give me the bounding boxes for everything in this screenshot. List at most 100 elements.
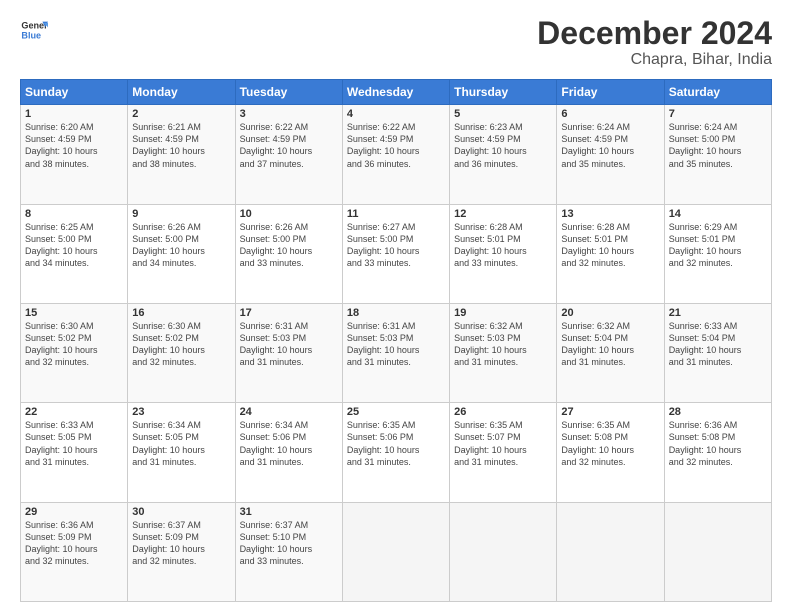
day-info: Sunrise: 6:31 AM Sunset: 5:03 PM Dayligh… <box>347 320 445 369</box>
day-info: Sunrise: 6:33 AM Sunset: 5:04 PM Dayligh… <box>669 320 767 369</box>
day-cell: 13Sunrise: 6:28 AM Sunset: 5:01 PM Dayli… <box>557 204 664 303</box>
day-header-sunday: Sunday <box>21 80 128 105</box>
day-number: 6 <box>561 108 659 120</box>
day-header-friday: Friday <box>557 80 664 105</box>
day-number: 29 <box>25 506 123 518</box>
day-cell: 10Sunrise: 6:26 AM Sunset: 5:00 PM Dayli… <box>235 204 342 303</box>
calendar-header-row: SundayMondayTuesdayWednesdayThursdayFrid… <box>21 80 772 105</box>
day-info: Sunrise: 6:37 AM Sunset: 5:10 PM Dayligh… <box>240 519 338 568</box>
subtitle: Chapra, Bihar, India <box>537 51 772 69</box>
day-number: 15 <box>25 307 123 319</box>
day-cell: 30Sunrise: 6:37 AM Sunset: 5:09 PM Dayli… <box>128 502 235 601</box>
day-info: Sunrise: 6:25 AM Sunset: 5:00 PM Dayligh… <box>25 221 123 270</box>
day-number: 2 <box>132 108 230 120</box>
day-number: 9 <box>132 208 230 220</box>
day-number: 31 <box>240 506 338 518</box>
logo-icon: General Blue <box>20 16 48 44</box>
day-number: 14 <box>669 208 767 220</box>
day-number: 3 <box>240 108 338 120</box>
day-info: Sunrise: 6:35 AM Sunset: 5:06 PM Dayligh… <box>347 419 445 468</box>
day-info: Sunrise: 6:26 AM Sunset: 5:00 PM Dayligh… <box>240 221 338 270</box>
day-cell: 3Sunrise: 6:22 AM Sunset: 4:59 PM Daylig… <box>235 105 342 204</box>
day-number: 7 <box>669 108 767 120</box>
week-row-1: 1Sunrise: 6:20 AM Sunset: 4:59 PM Daylig… <box>21 105 772 204</box>
day-number: 19 <box>454 307 552 319</box>
day-number: 13 <box>561 208 659 220</box>
day-cell: 26Sunrise: 6:35 AM Sunset: 5:07 PM Dayli… <box>450 403 557 502</box>
day-info: Sunrise: 6:35 AM Sunset: 5:08 PM Dayligh… <box>561 419 659 468</box>
day-info: Sunrise: 6:33 AM Sunset: 5:05 PM Dayligh… <box>25 419 123 468</box>
day-number: 21 <box>669 307 767 319</box>
day-info: Sunrise: 6:36 AM Sunset: 5:08 PM Dayligh… <box>669 419 767 468</box>
day-number: 1 <box>25 108 123 120</box>
day-info: Sunrise: 6:32 AM Sunset: 5:04 PM Dayligh… <box>561 320 659 369</box>
day-info: Sunrise: 6:26 AM Sunset: 5:00 PM Dayligh… <box>132 221 230 270</box>
day-cell: 20Sunrise: 6:32 AM Sunset: 5:04 PM Dayli… <box>557 303 664 402</box>
day-header-monday: Monday <box>128 80 235 105</box>
day-cell: 16Sunrise: 6:30 AM Sunset: 5:02 PM Dayli… <box>128 303 235 402</box>
calendar-table: SundayMondayTuesdayWednesdayThursdayFrid… <box>20 79 772 602</box>
day-cell <box>557 502 664 601</box>
day-info: Sunrise: 6:28 AM Sunset: 5:01 PM Dayligh… <box>561 221 659 270</box>
day-cell: 28Sunrise: 6:36 AM Sunset: 5:08 PM Dayli… <box>664 403 771 502</box>
day-cell: 25Sunrise: 6:35 AM Sunset: 5:06 PM Dayli… <box>342 403 449 502</box>
day-cell: 22Sunrise: 6:33 AM Sunset: 5:05 PM Dayli… <box>21 403 128 502</box>
main-title: December 2024 <box>537 16 772 51</box>
day-cell: 9Sunrise: 6:26 AM Sunset: 5:00 PM Daylig… <box>128 204 235 303</box>
day-cell: 7Sunrise: 6:24 AM Sunset: 5:00 PM Daylig… <box>664 105 771 204</box>
day-info: Sunrise: 6:32 AM Sunset: 5:03 PM Dayligh… <box>454 320 552 369</box>
day-cell <box>450 502 557 601</box>
day-cell: 19Sunrise: 6:32 AM Sunset: 5:03 PM Dayli… <box>450 303 557 402</box>
day-info: Sunrise: 6:34 AM Sunset: 5:05 PM Dayligh… <box>132 419 230 468</box>
page: General Blue December 2024 Chapra, Bihar… <box>0 0 792 612</box>
day-info: Sunrise: 6:20 AM Sunset: 4:59 PM Dayligh… <box>25 121 123 170</box>
day-cell: 12Sunrise: 6:28 AM Sunset: 5:01 PM Dayli… <box>450 204 557 303</box>
day-cell <box>664 502 771 601</box>
day-cell: 21Sunrise: 6:33 AM Sunset: 5:04 PM Dayli… <box>664 303 771 402</box>
day-info: Sunrise: 6:29 AM Sunset: 5:01 PM Dayligh… <box>669 221 767 270</box>
day-number: 4 <box>347 108 445 120</box>
day-cell: 1Sunrise: 6:20 AM Sunset: 4:59 PM Daylig… <box>21 105 128 204</box>
day-info: Sunrise: 6:34 AM Sunset: 5:06 PM Dayligh… <box>240 419 338 468</box>
day-number: 17 <box>240 307 338 319</box>
day-number: 25 <box>347 406 445 418</box>
day-cell <box>342 502 449 601</box>
day-number: 27 <box>561 406 659 418</box>
day-info: Sunrise: 6:35 AM Sunset: 5:07 PM Dayligh… <box>454 419 552 468</box>
day-info: Sunrise: 6:28 AM Sunset: 5:01 PM Dayligh… <box>454 221 552 270</box>
day-number: 12 <box>454 208 552 220</box>
logo: General Blue <box>20 16 48 44</box>
day-cell: 8Sunrise: 6:25 AM Sunset: 5:00 PM Daylig… <box>21 204 128 303</box>
day-cell: 27Sunrise: 6:35 AM Sunset: 5:08 PM Dayli… <box>557 403 664 502</box>
calendar-body: 1Sunrise: 6:20 AM Sunset: 4:59 PM Daylig… <box>21 105 772 602</box>
day-cell: 31Sunrise: 6:37 AM Sunset: 5:10 PM Dayli… <box>235 502 342 601</box>
day-info: Sunrise: 6:37 AM Sunset: 5:09 PM Dayligh… <box>132 519 230 568</box>
day-cell: 24Sunrise: 6:34 AM Sunset: 5:06 PM Dayli… <box>235 403 342 502</box>
day-cell: 15Sunrise: 6:30 AM Sunset: 5:02 PM Dayli… <box>21 303 128 402</box>
day-cell: 23Sunrise: 6:34 AM Sunset: 5:05 PM Dayli… <box>128 403 235 502</box>
week-row-3: 15Sunrise: 6:30 AM Sunset: 5:02 PM Dayli… <box>21 303 772 402</box>
day-header-thursday: Thursday <box>450 80 557 105</box>
day-number: 20 <box>561 307 659 319</box>
day-number: 30 <box>132 506 230 518</box>
day-number: 5 <box>454 108 552 120</box>
title-area: December 2024 Chapra, Bihar, India <box>537 16 772 69</box>
header: General Blue December 2024 Chapra, Bihar… <box>20 16 772 69</box>
day-number: 24 <box>240 406 338 418</box>
week-row-5: 29Sunrise: 6:36 AM Sunset: 5:09 PM Dayli… <box>21 502 772 601</box>
day-header-wednesday: Wednesday <box>342 80 449 105</box>
day-info: Sunrise: 6:30 AM Sunset: 5:02 PM Dayligh… <box>132 320 230 369</box>
day-cell: 18Sunrise: 6:31 AM Sunset: 5:03 PM Dayli… <box>342 303 449 402</box>
day-cell: 4Sunrise: 6:22 AM Sunset: 4:59 PM Daylig… <box>342 105 449 204</box>
day-number: 10 <box>240 208 338 220</box>
day-number: 16 <box>132 307 230 319</box>
week-row-2: 8Sunrise: 6:25 AM Sunset: 5:00 PM Daylig… <box>21 204 772 303</box>
day-number: 28 <box>669 406 767 418</box>
day-info: Sunrise: 6:30 AM Sunset: 5:02 PM Dayligh… <box>25 320 123 369</box>
day-number: 26 <box>454 406 552 418</box>
day-info: Sunrise: 6:24 AM Sunset: 5:00 PM Dayligh… <box>669 121 767 170</box>
day-info: Sunrise: 6:24 AM Sunset: 4:59 PM Dayligh… <box>561 121 659 170</box>
day-header-tuesday: Tuesday <box>235 80 342 105</box>
day-cell: 11Sunrise: 6:27 AM Sunset: 5:00 PM Dayli… <box>342 204 449 303</box>
svg-text:Blue: Blue <box>21 30 41 40</box>
